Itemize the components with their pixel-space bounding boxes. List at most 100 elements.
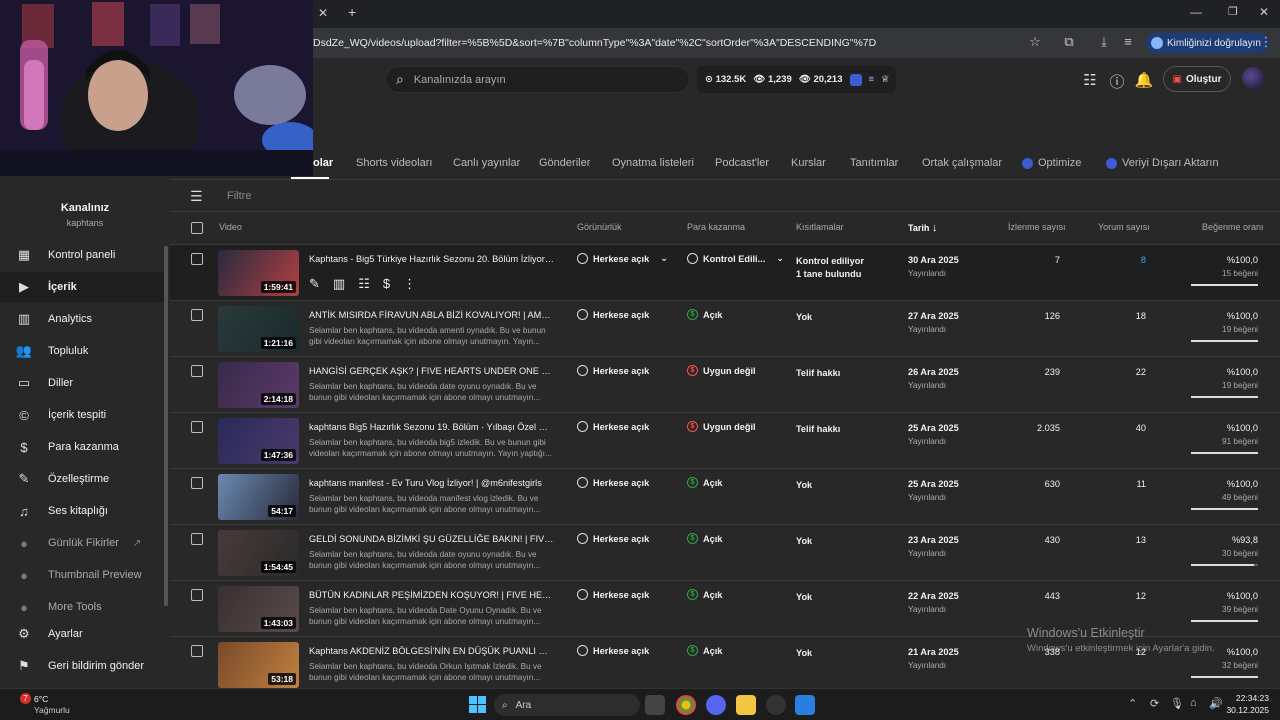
monetization-cell[interactable]: Kontrol Edili... ⌄: [687, 253, 784, 264]
tab-promotions[interactable]: Tanıtımlar: [850, 157, 898, 169]
video-title[interactable]: kaphtans Big5 Hazırlık Sezonu 19. Bölüm …: [309, 422, 554, 432]
row-checkbox[interactable]: [191, 477, 203, 489]
col-likes[interactable]: Beğenme oranı: [1202, 222, 1264, 232]
tab-playlists[interactable]: Oynatma listeleri: [612, 157, 694, 169]
sidebar-item-thumbnail-preview[interactable]: ● Thumbnail Preview: [0, 560, 165, 590]
table-row[interactable]: 1:59:41 Kaphtans - Big5 Türkiye Hazırlık…: [170, 244, 1280, 300]
task-view-icon[interactable]: [645, 695, 665, 715]
start-icon[interactable]: [469, 696, 486, 713]
taskbar-search[interactable]: ⌕ Ara: [494, 694, 640, 716]
help-icon[interactable]: ⓘ: [1107, 71, 1127, 92]
tab-close-icon[interactable]: ✕: [318, 6, 328, 20]
sidebar-item-settings[interactable]: ⚙ Ayarlar: [0, 619, 165, 649]
clock-time[interactable]: 22:34:23: [1225, 693, 1269, 703]
video-title[interactable]: HANGİSİ GERÇEK AŞK? | FIVE HEARTS UNDER …: [309, 366, 554, 376]
tab-export[interactable]: Veriyi Dışarı Aktarın: [1106, 157, 1219, 169]
new-tab-icon[interactable]: +: [348, 4, 356, 20]
sidebar-item-dashboard[interactable]: ▦ Kontrol paneli: [0, 240, 165, 270]
row-checkbox[interactable]: [191, 309, 203, 321]
bookmark-star-icon[interactable]: ☆: [1025, 32, 1045, 52]
video-title[interactable]: Kaphtans AKDENİZ BÖLGESİ'NİN EN DÜŞÜK PU…: [309, 646, 554, 656]
monetization-cell[interactable]: $ Açık: [687, 589, 722, 600]
visibility-cell[interactable]: Herkese açık: [577, 365, 649, 376]
create-button[interactable]: ▣ Oluştur: [1163, 66, 1231, 92]
filter-input[interactable]: Filtre: [227, 190, 251, 202]
sidebar-item-daily-ideas[interactable]: ● Günlük Fikirler ↗: [0, 528, 165, 558]
visibility-cell[interactable]: Herkese açık: [577, 645, 649, 656]
video-title[interactable]: ANTİK MISIRDA FİRAVUN ABLA BİZİ KOVALIYO…: [309, 310, 554, 320]
sidebar-item-community[interactable]: 👥 Topluluk: [0, 336, 165, 366]
discord-icon[interactable]: [706, 695, 726, 715]
comments-value[interactable]: 18: [1136, 311, 1146, 321]
table-row[interactable]: 1:54:45 GELDİ SONUNDA BİZİMKİ ŞU GÜZELLİ…: [170, 524, 1280, 580]
filter-icon[interactable]: ☰: [190, 188, 203, 205]
file-explorer-icon[interactable]: [736, 695, 756, 715]
tray-sync-icon[interactable]: ⟳: [1150, 697, 1159, 710]
account-avatar[interactable]: [1242, 67, 1264, 89]
weather-temp[interactable]: 6°C: [34, 694, 48, 704]
media-icon[interactable]: ≡: [1118, 32, 1138, 52]
tab-optimize[interactable]: Optimize: [1022, 157, 1081, 169]
video-thumbnail[interactable]: 54:17: [218, 474, 299, 520]
restore-icon[interactable]: ❐: [1228, 5, 1238, 18]
restrictions-cell[interactable]: Telif hakkı: [796, 367, 840, 380]
comments-value[interactable]: 40: [1136, 423, 1146, 433]
video-title[interactable]: GELDİ SONUNDA BİZİMKİ ŞU GÜZELLİĞE BAKIN…: [309, 534, 554, 544]
video-thumbnail[interactable]: 1:47:36: [218, 418, 299, 464]
visibility-cell[interactable]: Herkese açık: [577, 309, 649, 320]
tab-shorts[interactable]: Shorts videoları: [356, 157, 432, 169]
tray-network-icon[interactable]: ⌂: [1190, 697, 1197, 709]
table-row[interactable]: 2:14:18 HANGİSİ GERÇEK AŞK? | FIVE HEART…: [170, 356, 1280, 412]
tab-courses[interactable]: Kurslar: [791, 157, 826, 169]
sidebar-item-earn[interactable]: $ Para kazanma: [0, 432, 165, 462]
sidebar-item-content[interactable]: ▶ İçerik: [0, 272, 165, 302]
analytics-row-icon[interactable]: ▥: [333, 276, 345, 292]
extensions-icon[interactable]: ⧉: [1059, 32, 1079, 52]
col-visibility[interactable]: Görünürlük: [577, 222, 622, 232]
video-thumbnail[interactable]: 53:18: [218, 642, 299, 688]
tab-collaborations[interactable]: Ortak çalışmalar: [922, 157, 1002, 169]
tab-live[interactable]: Canlı yayınlar: [453, 157, 520, 169]
restrictions-cell[interactable]: Yok: [796, 647, 812, 660]
restrictions-cell[interactable]: Kontrol ediliyor 1 tane bulundu: [796, 255, 864, 281]
video-thumbnail[interactable]: 1:43:03: [218, 586, 299, 632]
visibility-cell[interactable]: Herkese açık: [577, 477, 649, 488]
monetization-cell[interactable]: $ Uygun değil: [687, 421, 756, 432]
row-checkbox[interactable]: [191, 645, 203, 657]
clock-date[interactable]: 30.12.2025: [1222, 705, 1269, 715]
tray-mic-icon[interactable]: 🎙: [1170, 697, 1184, 710]
table-row[interactable]: 1:21:16 ANTİK MISIRDA FİRAVUN ABLA BİZİ …: [170, 300, 1280, 356]
monetization-cell[interactable]: $ Açık: [687, 533, 722, 544]
sidebar-item-content-detection[interactable]: © İçerik tespiti: [0, 400, 165, 430]
visibility-cell[interactable]: Herkese açık: [577, 421, 649, 432]
verify-identity-button[interactable]: Kimliğinizi doğrulayın: [1146, 33, 1269, 53]
restrictions-cell[interactable]: Telif hakkı: [796, 423, 840, 436]
monetization-cell[interactable]: $ Uygun değil: [687, 365, 756, 376]
feedback-header-icon[interactable]: ☷: [1080, 71, 1100, 89]
sidebar-item-languages[interactable]: ▭ Diller: [0, 368, 165, 398]
row-checkbox[interactable]: [191, 533, 203, 545]
sidebar-item-analytics[interactable]: ▥ Analytics: [0, 304, 165, 334]
app-icon[interactable]: [795, 695, 815, 715]
download-icon[interactable]: ⤓: [1094, 32, 1114, 52]
monetization-row-icon[interactable]: $: [383, 276, 390, 292]
video-title[interactable]: Kaphtans - Big5 Türkiye Hazırlık Sezonu …: [309, 254, 554, 264]
video-title[interactable]: kaphtans manifest - Ev Turu Vlog İzliyor…: [309, 478, 554, 488]
minimize-icon[interactable]: —: [1190, 5, 1202, 19]
monetization-cell[interactable]: $ Açık: [687, 477, 722, 488]
tray-chevron-icon[interactable]: ⌃: [1128, 697, 1137, 710]
video-thumbnail[interactable]: 1:21:16: [218, 306, 299, 352]
window-close-icon[interactable]: ✕: [1259, 5, 1269, 19]
chrome-icon[interactable]: [676, 695, 696, 715]
tab-podcasts[interactable]: Podcast'ler: [715, 157, 769, 169]
comments-icon[interactable]: ☷: [358, 276, 370, 292]
restrictions-cell[interactable]: Yok: [796, 311, 812, 324]
extension-badge-icon[interactable]: [849, 73, 862, 86]
visibility-cell[interactable]: Herkese açık ⌄: [577, 253, 668, 264]
restrictions-cell[interactable]: Yok: [796, 591, 812, 604]
sidebar-item-more-tools[interactable]: ● More Tools: [0, 592, 165, 622]
comments-value[interactable]: 8: [1141, 255, 1146, 265]
sidebar-item-feedback[interactable]: ⚑ Geri bildirim gönder: [0, 651, 165, 681]
video-thumbnail[interactable]: 1:54:45: [218, 530, 299, 576]
tab-videos[interactable]: olar: [313, 157, 333, 169]
